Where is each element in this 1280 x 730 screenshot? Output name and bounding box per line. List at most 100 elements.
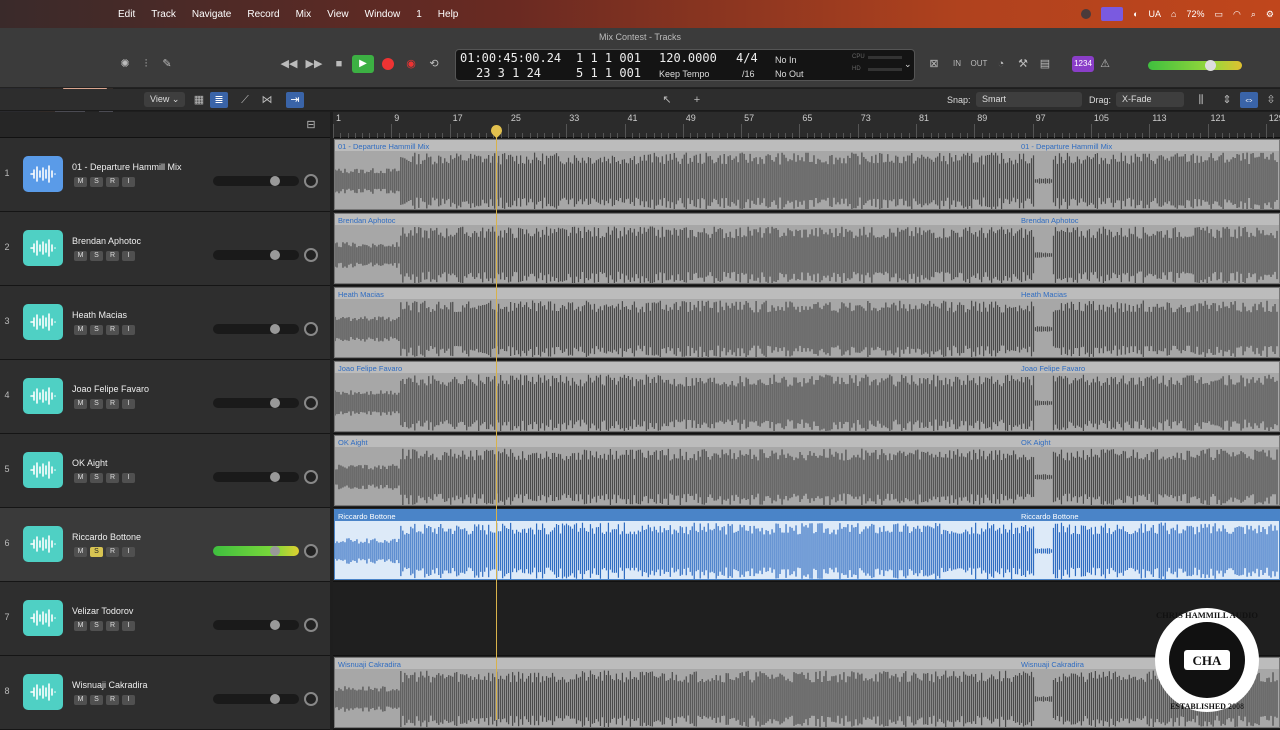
volume-fader-knob[interactable] xyxy=(270,472,280,482)
track-lane[interactable]: 01 - Departure Hammill Mix 01 - Departure… xyxy=(333,138,1280,212)
track-name[interactable]: Heath Macias xyxy=(72,310,127,320)
input-monitor-button[interactable]: I xyxy=(122,547,135,557)
solo-button[interactable]: S xyxy=(90,695,103,705)
playhead[interactable] xyxy=(496,125,497,720)
volume-fader-knob[interactable] xyxy=(270,620,280,630)
bar-ruler[interactable]: 1 9 17 25 33 41 49 57 65 73 81 89 97 105 113 121 129 xyxy=(333,112,1280,138)
search-icon[interactable]: ⌕ xyxy=(1251,9,1256,20)
drag-dropdown[interactable]: X-Fade xyxy=(1116,92,1184,107)
audio-region[interactable]: 01 - Departure Hammill Mix 01 - Departure… xyxy=(334,139,1280,210)
chevron-down-icon[interactable]: ⌄ xyxy=(904,59,912,70)
ua-label[interactable]: UA xyxy=(1149,9,1162,19)
track-name[interactable]: Joao Felipe Favaro xyxy=(72,384,149,394)
tuner-icon[interactable]: ⚒ xyxy=(1014,56,1032,72)
vertical-zoom-icon[interactable]: ⇕ xyxy=(1218,92,1236,108)
waveform-icon[interactable] xyxy=(23,304,63,340)
input-monitor-button[interactable]: I xyxy=(122,251,135,261)
automation-icon[interactable]: ⟋ xyxy=(236,92,254,108)
catch-playhead-icon[interactable]: ⇥ xyxy=(286,92,304,108)
waveform-icon[interactable] xyxy=(23,156,63,192)
record-button[interactable] xyxy=(382,58,394,70)
solo-button[interactable]: S xyxy=(90,547,103,557)
track-name[interactable]: Velizar Todorov xyxy=(72,606,133,616)
record-enable-button[interactable]: R xyxy=(106,399,119,409)
menu-item-1[interactable]: 1 xyxy=(408,9,430,20)
input-icon[interactable]: IN xyxy=(948,56,966,72)
input-monitor-button[interactable]: I xyxy=(122,621,135,631)
solo-button[interactable]: S xyxy=(90,399,103,409)
pan-knob[interactable] xyxy=(304,544,318,558)
master-volume-knob[interactable] xyxy=(1205,60,1216,71)
record-enable-button[interactable]: R xyxy=(106,473,119,483)
track-lane[interactable]: Riccardo Bottone Riccardo Bottone xyxy=(333,508,1280,582)
volume-fader-knob[interactable] xyxy=(270,694,280,704)
volume-fader-knob[interactable] xyxy=(270,250,280,260)
audio-region[interactable]: Heath Macias Heath Macias xyxy=(334,287,1280,358)
control-center-icon[interactable]: ⚙ xyxy=(1266,9,1274,20)
master-volume-slider[interactable] xyxy=(1148,61,1242,70)
input-monitor-button[interactable]: I xyxy=(122,695,135,705)
pan-knob[interactable] xyxy=(304,618,318,632)
track-lane[interactable] xyxy=(333,582,1280,656)
pan-knob[interactable] xyxy=(304,174,318,188)
volume-fader[interactable] xyxy=(213,324,299,334)
input-monitor-button[interactable]: I xyxy=(122,325,135,335)
track-header[interactable]: 5 OK Aight M S R I xyxy=(0,434,330,508)
battery-icon[interactable]: ▭ xyxy=(1215,9,1224,20)
track-name[interactable]: Brendan Aphotoc xyxy=(72,236,141,246)
volume-fader-knob[interactable] xyxy=(270,324,280,334)
view-menu[interactable]: View ⌄ xyxy=(144,92,186,107)
track-name[interactable]: OK Aight xyxy=(72,458,108,468)
wifi-icon[interactable]: ◠ xyxy=(1233,9,1241,20)
settings-icon[interactable]: ✺ xyxy=(116,56,134,72)
menu-item-edit[interactable]: Edit xyxy=(110,9,143,20)
pan-knob[interactable] xyxy=(304,692,318,706)
menu-item-view[interactable]: View xyxy=(319,9,357,20)
battery-percent[interactable]: 72% xyxy=(1186,9,1204,19)
record-enable-button[interactable]: R xyxy=(106,325,119,335)
pan-knob[interactable] xyxy=(304,248,318,262)
menu-item-window[interactable]: Window xyxy=(357,9,409,20)
track-name[interactable]: Riccardo Bottone xyxy=(72,532,141,542)
waveform-icon[interactable] xyxy=(23,674,63,710)
volume-fader[interactable] xyxy=(213,250,299,260)
menu-item-mix[interactable]: Mix xyxy=(288,9,320,20)
stop-button[interactable]: ■ xyxy=(330,56,348,72)
record-enable-button[interactable]: R xyxy=(106,251,119,261)
solo-button[interactable]: S xyxy=(90,251,103,261)
pointer-tool-icon[interactable]: ↖ xyxy=(658,92,676,108)
volume-fader[interactable] xyxy=(213,176,299,186)
snap-dropdown[interactable]: Smart xyxy=(976,92,1082,107)
list-editor-icon[interactable]: ⊠ xyxy=(925,56,943,72)
horizontal-zoom-icon[interactable]: ⇔ xyxy=(1240,92,1258,108)
menu-item-navigate[interactable]: Navigate xyxy=(184,9,239,20)
audio-region[interactable]: Riccardo Bottone Riccardo Bottone xyxy=(334,509,1280,580)
volume-fader[interactable] xyxy=(213,398,299,408)
notepad-icon[interactable]: ▤ xyxy=(1036,56,1054,72)
crosshair-tool-icon[interactable]: + xyxy=(688,92,706,108)
mute-button[interactable]: M xyxy=(74,177,87,187)
mixer-icon[interactable]: ⫶ xyxy=(137,56,155,72)
track-header[interactable]: 6 Riccardo Bottone M S R I xyxy=(0,508,330,582)
track-lane[interactable]: OK Aight OK Aight xyxy=(333,434,1280,508)
arrange-area[interactable]: 01 - Departure Hammill Mix 01 - Departure… xyxy=(333,138,1280,730)
pencil-icon[interactable]: ✎ xyxy=(158,56,176,72)
list-view-icon[interactable]: ≣ xyxy=(210,92,228,108)
track-lane[interactable]: Joao Felipe Favaro Joao Felipe Favaro xyxy=(333,360,1280,434)
rewind-button[interactable]: ◀◀ xyxy=(280,56,298,72)
track-header[interactable]: 4 Joao Felipe Favaro M S R I xyxy=(0,360,330,434)
pan-knob[interactable] xyxy=(304,470,318,484)
mute-button[interactable]: M xyxy=(74,695,87,705)
solo-button[interactable]: S xyxy=(90,621,103,631)
track-name[interactable]: Wisnuaji Cakradira xyxy=(72,680,148,690)
mute-button[interactable]: M xyxy=(74,621,87,631)
cycle-icon[interactable]: ⟲ xyxy=(425,56,443,72)
mute-button[interactable]: M xyxy=(74,547,87,557)
track-header[interactable]: 8 Wisnuaji Cakradira M S R I xyxy=(0,656,330,730)
track-header[interactable]: 3 Heath Macias M S R I xyxy=(0,286,330,360)
waveform-icon[interactable] xyxy=(23,452,63,488)
screen-share-icon[interactable] xyxy=(1101,7,1124,21)
solo-button[interactable]: S xyxy=(90,177,103,187)
menu-item-record[interactable]: Record xyxy=(239,9,287,20)
menu-item-help[interactable]: Help xyxy=(430,9,467,20)
